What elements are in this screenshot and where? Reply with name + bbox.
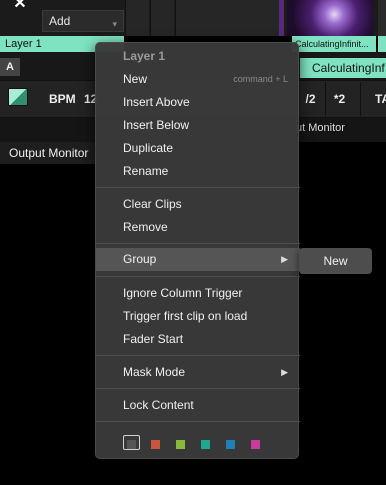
menu-item-insert-above[interactable]: Insert Above xyxy=(96,91,300,114)
menu-item-shortcut: command + L xyxy=(233,74,288,84)
layer-color-icon[interactable] xyxy=(8,88,28,106)
menu-item-new[interactable]: New command + L xyxy=(96,68,300,91)
menu-item-mask-mode[interactable]: Mask Mode ▶ xyxy=(96,361,300,384)
color-swatch[interactable] xyxy=(151,440,160,449)
menu-item-insert-below[interactable]: Insert Below xyxy=(96,114,300,137)
active-clip-name[interactable]: CalculatingInf xyxy=(300,58,386,78)
tap-tempo-button[interactable]: TA xyxy=(360,82,386,116)
clip-thumbnail-edge xyxy=(279,0,284,36)
menu-item-lock-content[interactable]: Lock Content xyxy=(96,394,300,417)
menu-title: Layer 1 xyxy=(123,49,166,63)
layer-context-menu: Layer 1 New command + L Insert Above Ins… xyxy=(95,42,300,459)
menu-item-label: Group xyxy=(123,252,157,266)
submenu-arrow-icon: ▶ xyxy=(281,254,288,264)
menu-separator xyxy=(96,187,300,188)
add-dropdown[interactable]: Add ▾ xyxy=(42,10,124,32)
clip-thumbnail[interactable] xyxy=(287,0,373,36)
group-submenu-new[interactable]: New xyxy=(299,248,372,274)
column-slot[interactable] xyxy=(150,0,174,36)
chevron-down-icon: ▾ xyxy=(112,19,117,29)
menu-item-trigger-first-clip[interactable]: Trigger first clip on load xyxy=(96,305,300,328)
bpm-divide-button[interactable]: /2 xyxy=(296,82,324,116)
menu-item-label: Mask Mode xyxy=(123,365,186,379)
menu-item-group[interactable]: Group ▶ xyxy=(96,248,300,271)
clip-thumbnail-caption-next[interactable] xyxy=(378,36,386,52)
menu-separator xyxy=(96,355,300,356)
menu-item-remove[interactable]: Remove xyxy=(96,216,300,239)
menu-item-fader-start[interactable]: Fader Start xyxy=(96,328,300,351)
menu-item-duplicate[interactable]: Duplicate xyxy=(96,137,300,160)
menu-separator xyxy=(96,276,300,277)
menu-separator xyxy=(96,388,300,389)
color-swatch[interactable] xyxy=(226,440,235,449)
close-icon[interactable]: ✕ xyxy=(6,0,34,12)
bpm-multiply-button[interactable]: *2 xyxy=(325,82,353,116)
menu-separator xyxy=(96,243,300,244)
output-monitor-header: ut Monitor xyxy=(296,122,345,134)
clip-thumbnail-next[interactable] xyxy=(378,0,386,36)
color-swatch[interactable] xyxy=(127,440,136,449)
clip-thumbnail-caption[interactable]: CalculatingInfinit... xyxy=(292,36,376,52)
layer-a-button[interactable]: A xyxy=(0,58,20,76)
column-slot[interactable] xyxy=(125,0,149,36)
color-swatch[interactable] xyxy=(201,440,210,449)
menu-separator xyxy=(96,421,300,422)
add-label: Add xyxy=(49,14,71,28)
column-slot[interactable] xyxy=(175,0,279,36)
submenu-arrow-icon: ▶ xyxy=(281,367,288,377)
menu-item-label: New xyxy=(123,72,148,86)
menu-item-rename[interactable]: Rename xyxy=(96,160,300,183)
output-monitor-tab[interactable]: Output Monitor xyxy=(0,142,96,164)
bpm-label: BPM xyxy=(49,92,76,106)
color-swatch[interactable] xyxy=(251,440,260,449)
menu-item-clear-clips[interactable]: Clear Clips xyxy=(96,193,300,216)
menu-item-ignore-column-trigger[interactable]: Ignore Column Trigger xyxy=(96,282,300,305)
color-swatch[interactable] xyxy=(176,440,185,449)
